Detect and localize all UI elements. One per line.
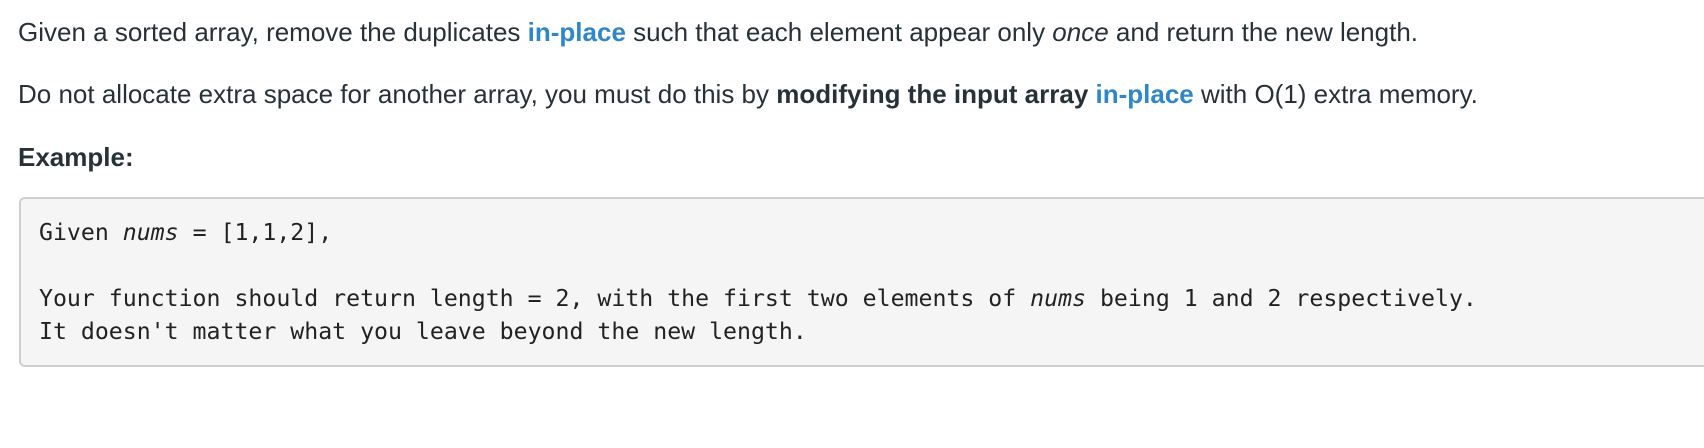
- code-text: Given: [39, 219, 123, 246]
- code-text: being 1 and 2 respectively.: [1086, 285, 1477, 312]
- in-place-link[interactable]: in-place: [528, 17, 626, 47]
- code-text: = [1,1,2],: [178, 219, 333, 246]
- code-variable: nums: [1030, 285, 1087, 312]
- example-heading: Example:: [18, 142, 134, 172]
- example-code-block: Given nums = [1,1,2], Your function shou…: [19, 197, 1704, 367]
- constraint-text: Do not allocate extra space for another …: [18, 79, 777, 109]
- code-line: Given nums = [1,1,2],: [39, 216, 332, 249]
- problem-statement: Given a sorted array, remove the duplica…: [18, 15, 1418, 49]
- constraint-statement: Do not allocate extra space for another …: [18, 77, 1478, 111]
- code-text: Your function should return length = 2, …: [39, 285, 1031, 312]
- statement-text: Given a sorted array, remove the duplica…: [18, 17, 528, 47]
- code-line: It doesn't matter what you leave beyond …: [39, 318, 807, 345]
- spacer-text: [1088, 79, 1095, 109]
- statement-text: and return the new length.: [1108, 17, 1419, 47]
- emphasis-text: once: [1052, 17, 1109, 47]
- bold-text: modifying the input array: [776, 79, 1089, 109]
- constraint-text: with O(1) extra memory.: [1193, 79, 1478, 109]
- statement-text: such that each element appear only: [625, 17, 1053, 47]
- code-line: Your function should return length = 2, …: [39, 282, 1477, 315]
- in-place-link[interactable]: in-place: [1096, 79, 1194, 109]
- code-variable: nums: [122, 219, 179, 246]
